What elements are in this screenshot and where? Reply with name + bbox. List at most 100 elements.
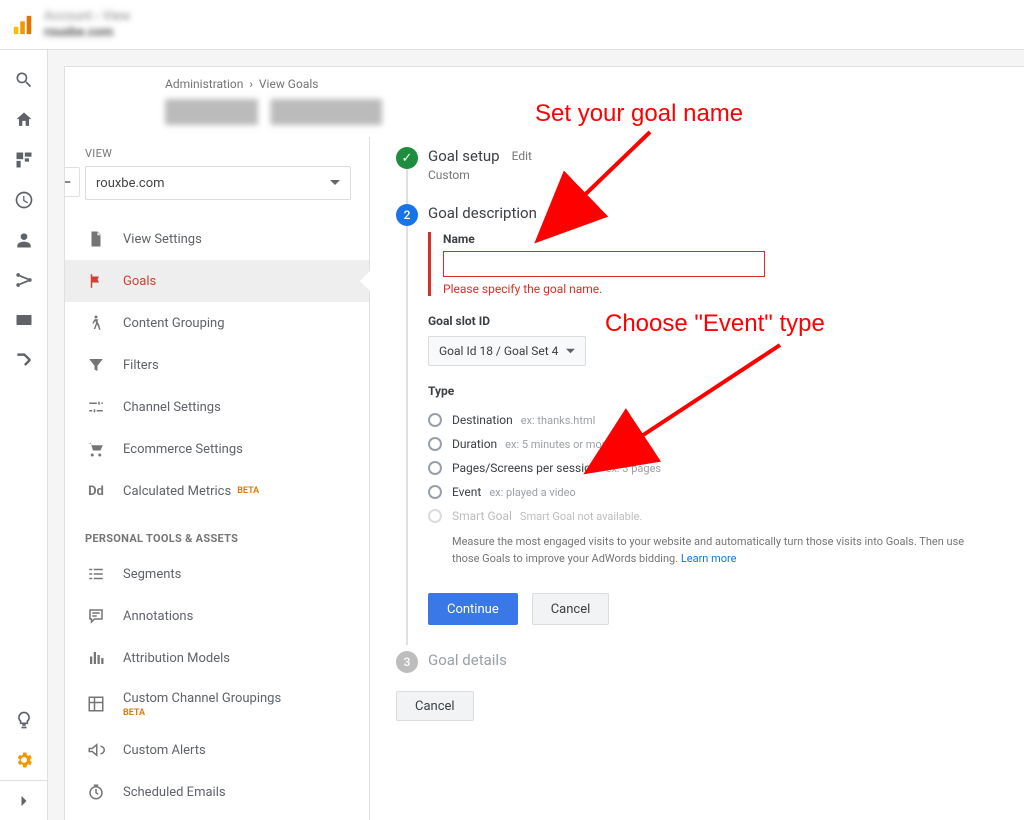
breadcrumb-section: View Goals [259, 77, 319, 91]
cancel-button[interactable]: Cancel [532, 593, 610, 625]
nav-filters[interactable]: Filters [65, 344, 369, 386]
radio-icon [428, 461, 442, 475]
speech-icon [85, 605, 107, 627]
nav-calculated-metrics[interactable]: Dd Calculated Metrics BETA [65, 470, 369, 512]
type-example: ex: played a video [489, 486, 575, 499]
nav-ecommerce-settings[interactable]: Ecommerce Settings [65, 428, 369, 470]
document-icon [85, 228, 107, 250]
view-selected-value: rouxbe.com [96, 176, 165, 191]
learn-more-link[interactable]: Learn more [681, 552, 737, 565]
type-label: Type [428, 384, 994, 398]
breadcrumb-admin[interactable]: Administration [165, 77, 243, 91]
behavior-icon[interactable] [0, 300, 48, 340]
nav-label: View Settings [123, 232, 202, 247]
nav-view-settings[interactable]: View Settings [65, 218, 369, 260]
acquisition-icon[interactable] [0, 260, 48, 300]
account-line2: rouxbe.com [44, 25, 131, 41]
nav-label: Attribution Models [123, 651, 230, 666]
slot-id-label: Goal slot ID [428, 314, 994, 328]
audience-icon[interactable] [0, 220, 48, 260]
goal-form: Goal setup Edit Custom 2 Goal descriptio… [370, 137, 1024, 820]
step-goal-setup: Goal setup Edit Custom [396, 147, 994, 190]
nav-label: Filters [123, 358, 159, 373]
top-bar: Account › View rouxbe.com [0, 0, 1024, 50]
back-arrow-icon [64, 174, 73, 190]
view-label: VIEW [65, 147, 369, 166]
breadcrumb: Administration › View Goals [65, 67, 1024, 95]
clock-icon [85, 781, 107, 803]
nav-label: Channel Settings [123, 400, 221, 415]
personal-tools-header: PERSONAL TOOLS & ASSETS [65, 512, 369, 553]
dashboards-icon[interactable] [0, 140, 48, 180]
nav-annotations[interactable]: Annotations [65, 595, 369, 637]
nav-goals[interactable]: Goals [65, 260, 369, 302]
type-example: Smart Goal not available. [520, 510, 642, 523]
person-walk-icon [85, 312, 107, 334]
nav-segments[interactable]: Segments [65, 553, 369, 595]
chevron-down-icon [330, 178, 340, 188]
realtime-icon[interactable] [0, 180, 48, 220]
nav-label: Segments [123, 567, 181, 582]
step-title-text: Goal details [428, 651, 507, 669]
expand-rail-icon[interactable] [0, 780, 47, 820]
conversions-icon[interactable] [0, 340, 48, 380]
step-done-icon [396, 147, 418, 169]
sliders-icon [85, 396, 107, 418]
step-number-badge: 2 [396, 204, 418, 226]
type-option-duration[interactable]: Duration ex: 5 minutes or more [428, 432, 994, 456]
cart-icon [85, 438, 107, 460]
back-button[interactable] [64, 167, 80, 197]
goal-slot-select[interactable]: Goal Id 18 / Goal Set 4 [428, 336, 586, 366]
nav-saved-reports[interactable]: Saved Reports [65, 813, 369, 820]
step-subtext: Custom [428, 168, 994, 182]
step-edit-link[interactable]: Edit [512, 149, 532, 163]
flag-icon [85, 270, 107, 292]
nav-label: Custom Alerts [123, 743, 206, 758]
type-example: ex: 3 pages [606, 462, 661, 475]
home-icon[interactable] [0, 100, 48, 140]
view-select[interactable]: rouxbe.com [85, 166, 351, 200]
nav-custom-alerts[interactable]: Custom Alerts [65, 729, 369, 771]
nav-label: Calculated Metrics [123, 484, 231, 499]
type-name: Duration [452, 437, 497, 451]
beta-badge: BETA [123, 708, 281, 718]
goal-name-input[interactable] [443, 251, 765, 277]
step-number-badge: 3 [396, 651, 418, 673]
nav-channel-settings[interactable]: Channel Settings [65, 386, 369, 428]
type-example: ex: thanks.html [521, 414, 596, 427]
page-title-blurred [165, 99, 475, 125]
nav-label: Content Grouping [123, 316, 225, 331]
account-switcher[interactable]: Account › View rouxbe.com [44, 9, 131, 40]
type-option-event[interactable]: Event ex: played a video [428, 480, 994, 504]
nav-scheduled-emails[interactable]: Scheduled Emails [65, 771, 369, 813]
step-title-text: Goal setup [428, 147, 500, 165]
personal-tools-nav: Segments Annotations Attribution Models … [65, 553, 369, 820]
type-option-pages[interactable]: Pages/Screens per session ex: 3 pages [428, 456, 994, 480]
step-title-text: Goal description [428, 204, 537, 222]
nav-label: Goals [123, 274, 156, 289]
admin-icon[interactable] [0, 740, 48, 780]
step-goal-description: 2 Goal description Name Please specify t… [396, 204, 994, 633]
discover-icon[interactable] [0, 700, 48, 740]
type-name: Pages/Screens per session [452, 461, 598, 475]
type-option-destination[interactable]: Destination ex: thanks.html [428, 408, 994, 432]
search-icon[interactable] [0, 60, 48, 100]
nav-label: Annotations [123, 609, 193, 624]
funnel-icon [85, 354, 107, 376]
view-nav: View Settings Goals Content Grouping Fil… [65, 218, 369, 512]
admin-panel: Administration › View Goals VIEW rouxbe.… [64, 66, 1024, 820]
type-name: Destination [452, 413, 513, 427]
smart-goal-description: Measure the most engaged visits to your … [452, 534, 994, 567]
ga-logo-icon [12, 14, 34, 36]
left-rail [0, 50, 48, 820]
nav-custom-channel-groupings[interactable]: Custom Channel Groupings BETA [65, 679, 369, 729]
slot-selected-value: Goal Id 18 / Goal Set 4 [439, 344, 558, 358]
step-goal-details: 3 Goal details [396, 651, 994, 677]
view-column: VIEW rouxbe.com View Settings Goals [65, 137, 370, 820]
segments-icon [85, 563, 107, 585]
cancel-button-bottom[interactable]: Cancel [396, 691, 474, 721]
nav-content-grouping[interactable]: Content Grouping [65, 302, 369, 344]
nav-attribution-models[interactable]: Attribution Models [65, 637, 369, 679]
continue-button[interactable]: Continue [428, 593, 518, 625]
dd-icon: Dd [85, 480, 107, 502]
